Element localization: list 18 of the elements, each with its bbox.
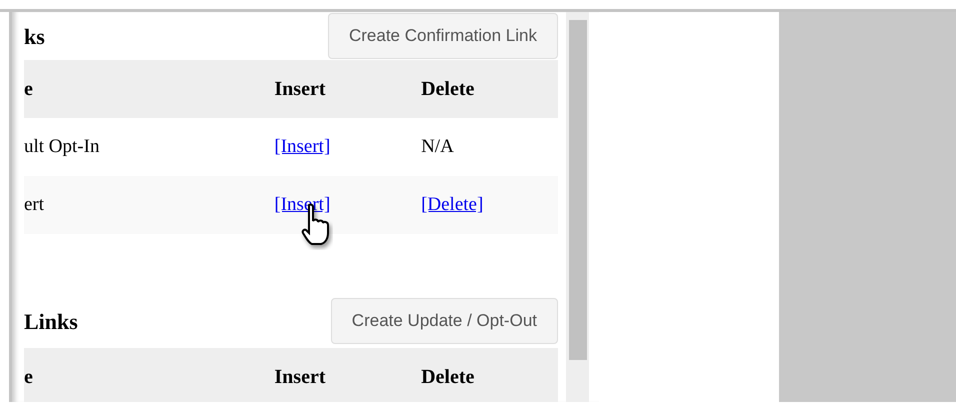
column-header: Insert bbox=[274, 77, 326, 102]
create-button[interactable]: Create Update / Opt-Out bbox=[330, 298, 558, 344]
table-cell-text: N/A bbox=[421, 134, 455, 159]
column-header: e bbox=[24, 365, 34, 390]
table-link[interactable]: [Insert] bbox=[274, 136, 330, 157]
column-header: Delete bbox=[421, 365, 476, 390]
column-header: e bbox=[24, 77, 34, 102]
create-button[interactable]: Create Confirmation Link bbox=[328, 13, 558, 59]
table-cell-text: ert bbox=[24, 192, 46, 217]
table-link[interactable]: [Delete] bbox=[421, 194, 484, 215]
column-header: Delete bbox=[421, 77, 476, 102]
section-heading: Links bbox=[24, 308, 78, 336]
scrollbar-thumb[interactable] bbox=[568, 20, 586, 360]
column-header: Insert bbox=[274, 365, 326, 390]
section-heading: ks bbox=[24, 22, 45, 50]
scrollbar[interactable] bbox=[566, 12, 589, 402]
table-link[interactable]: [Insert] bbox=[274, 194, 330, 215]
table-cell-text: ult Opt-In bbox=[24, 134, 100, 159]
